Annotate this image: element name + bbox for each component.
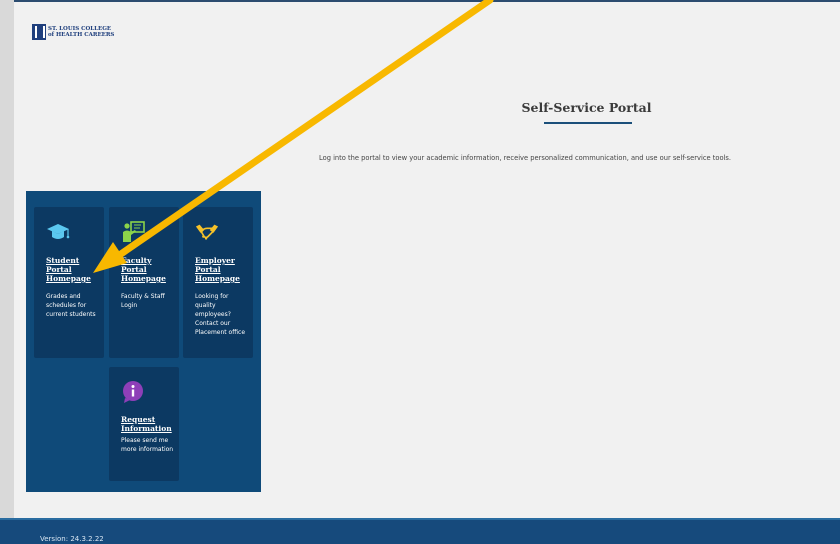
annotation-arrow (93, 0, 494, 273)
